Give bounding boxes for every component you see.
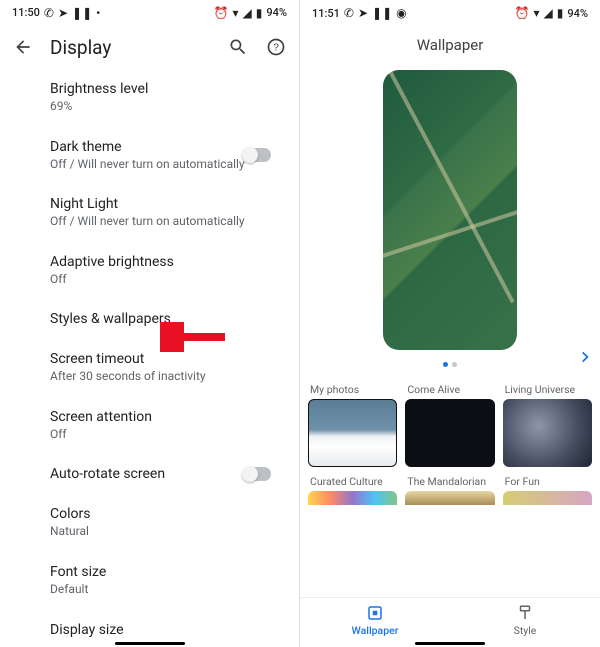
battery-text: 94% <box>266 6 287 19</box>
setting-subtext: Default <box>50 582 275 598</box>
category-alive[interactable]: Come Alive <box>405 381 494 467</box>
setting-label: Styles & wallpapers <box>50 311 275 327</box>
nav-wallpaper[interactable]: Wallpaper <box>300 604 450 637</box>
send-icon: ➤ <box>58 7 68 19</box>
setting-label: Colors <box>50 506 275 522</box>
setting-subtext: Off <box>50 427 275 443</box>
toggle-switch[interactable] <box>243 467 271 481</box>
setting-label: Dark theme <box>50 139 275 155</box>
wifi-icon: ▾ <box>233 7 239 19</box>
style-icon <box>516 604 534 622</box>
svg-text:?: ? <box>273 43 279 54</box>
category-thumbnail[interactable] <box>405 399 494 467</box>
setting-screen-timeout[interactable]: Screen timeout After 30 seconds of inacti… <box>50 339 275 397</box>
category-thumbnail[interactable] <box>308 491 397 505</box>
nav-style[interactable]: Style <box>450 604 600 637</box>
setting-screen-attention[interactable]: Screen attention Off <box>50 397 275 455</box>
wallpaper-preview[interactable] <box>383 70 517 350</box>
nav-label: Wallpaper <box>352 624 399 637</box>
setting-label: Screen attention <box>50 409 275 425</box>
category-label: Curated Culture <box>308 475 397 488</box>
category-thumbnail[interactable] <box>308 399 397 467</box>
battery-icon: ▮ <box>557 7 564 19</box>
category-forfun[interactable]: For Fun <box>503 473 592 505</box>
battery-icon: ▮ <box>256 7 263 19</box>
setting-dark-theme[interactable]: Dark theme Off / Will never turn on autom… <box>50 127 275 185</box>
more-icon: • <box>96 7 100 19</box>
setting-label: Screen timeout <box>50 351 275 367</box>
next-wallpaper-button[interactable] <box>578 345 592 369</box>
category-label: My photos <box>308 383 397 396</box>
page-title: Display <box>50 36 211 59</box>
wifi-icon: ▾ <box>534 7 540 19</box>
setting-subtext: Off <box>50 272 275 288</box>
wallpaper-icon <box>366 604 384 622</box>
pause-icon: ❚❚ <box>372 7 392 19</box>
category-thumbnail[interactable] <box>503 491 592 505</box>
category-thumbnail[interactable] <box>405 491 494 505</box>
category-curated[interactable]: Curated Culture <box>308 473 397 505</box>
setting-label: Adaptive brightness <box>50 254 275 270</box>
page-title: Wallpaper <box>300 22 600 62</box>
category-thumbnail[interactable] <box>503 399 592 467</box>
status-bar: 11:50 ✆ ➤ ❚❚ • ⏰ ▾ ◢ ▮ 94% <box>0 0 299 22</box>
wallpaper-screen: 11:51 ✆ ➤ ❚❚ ◉ ⏰ ▾ ◢ ▮ 94% Wallpaper My … <box>300 0 600 647</box>
send-icon: ➤ <box>358 7 368 19</box>
setting-label: Display size <box>50 622 275 638</box>
signal-icon: ◢ <box>243 7 252 19</box>
clock: 11:50 <box>12 6 40 19</box>
home-indicator[interactable] <box>415 642 485 645</box>
status-bar: 11:51 ✆ ➤ ❚❚ ◉ ⏰ ▾ ◢ ▮ 94% <box>300 0 600 22</box>
setting-label: Font size <box>50 564 275 580</box>
help-icon[interactable]: ? <box>265 36 287 58</box>
setting-subtext: Off / Will never turn on automatically <box>50 157 275 173</box>
clock: 11:51 <box>312 7 340 20</box>
setting-auto-rotate-screen[interactable]: Auto-rotate screen <box>50 454 275 494</box>
setting-styles-wallpapers[interactable]: Styles & wallpapers <box>50 299 275 339</box>
signal-icon: ◢ <box>544 7 553 19</box>
setting-font-size[interactable]: Font size Default <box>50 552 275 610</box>
whatsapp-icon: ✆ <box>44 7 54 19</box>
whatsapp-icon: ✆ <box>344 7 354 19</box>
page-dots <box>443 362 457 367</box>
setting-night-light[interactable]: Night Light Off / Will never turn on auto… <box>50 184 275 242</box>
category-label: Living Universe <box>503 383 592 396</box>
setting-adaptive-brightness[interactable]: Adaptive brightness Off <box>50 242 275 300</box>
search-icon[interactable] <box>227 36 249 58</box>
category-living[interactable]: Living Universe <box>503 381 592 467</box>
setting-subtext: After 30 seconds of inactivity <box>50 369 275 385</box>
setting-subtext: 69% <box>50 99 275 115</box>
pause-icon: ❚❚ <box>72 7 92 19</box>
category-label: The Mandalorian <box>405 475 494 488</box>
setting-colors[interactable]: Colors Natural <box>50 494 275 552</box>
home-indicator[interactable] <box>115 642 185 645</box>
setting-label: Brightness level <box>50 81 275 97</box>
setting-subtext: Off / Will never turn on automatically <box>50 214 275 230</box>
setting-subtext: Natural <box>50 524 275 540</box>
bottom-nav: Wallpaper Style <box>300 597 600 647</box>
app-icon: ◉ <box>396 7 406 19</box>
category-label: Come Alive <box>405 383 494 396</box>
alarm-icon: ⏰ <box>515 7 530 19</box>
display-settings-screen: 11:50 ✆ ➤ ❚❚ • ⏰ ▾ ◢ ▮ 94% Display ? Bri… <box>0 0 300 647</box>
toggle-switch[interactable] <box>243 148 271 162</box>
back-button[interactable] <box>12 36 34 58</box>
alarm-icon: ⏰ <box>214 7 229 19</box>
category-photos[interactable]: My photos <box>308 381 397 467</box>
setting-brightness-level[interactable]: Brightness level 69% <box>50 69 275 127</box>
battery-text: 94% <box>567 7 588 20</box>
nav-label: Style <box>514 624 537 637</box>
category-mando[interactable]: The Mandalorian <box>405 473 494 505</box>
category-label: For Fun <box>503 475 592 488</box>
setting-label: Night Light <box>50 196 275 212</box>
